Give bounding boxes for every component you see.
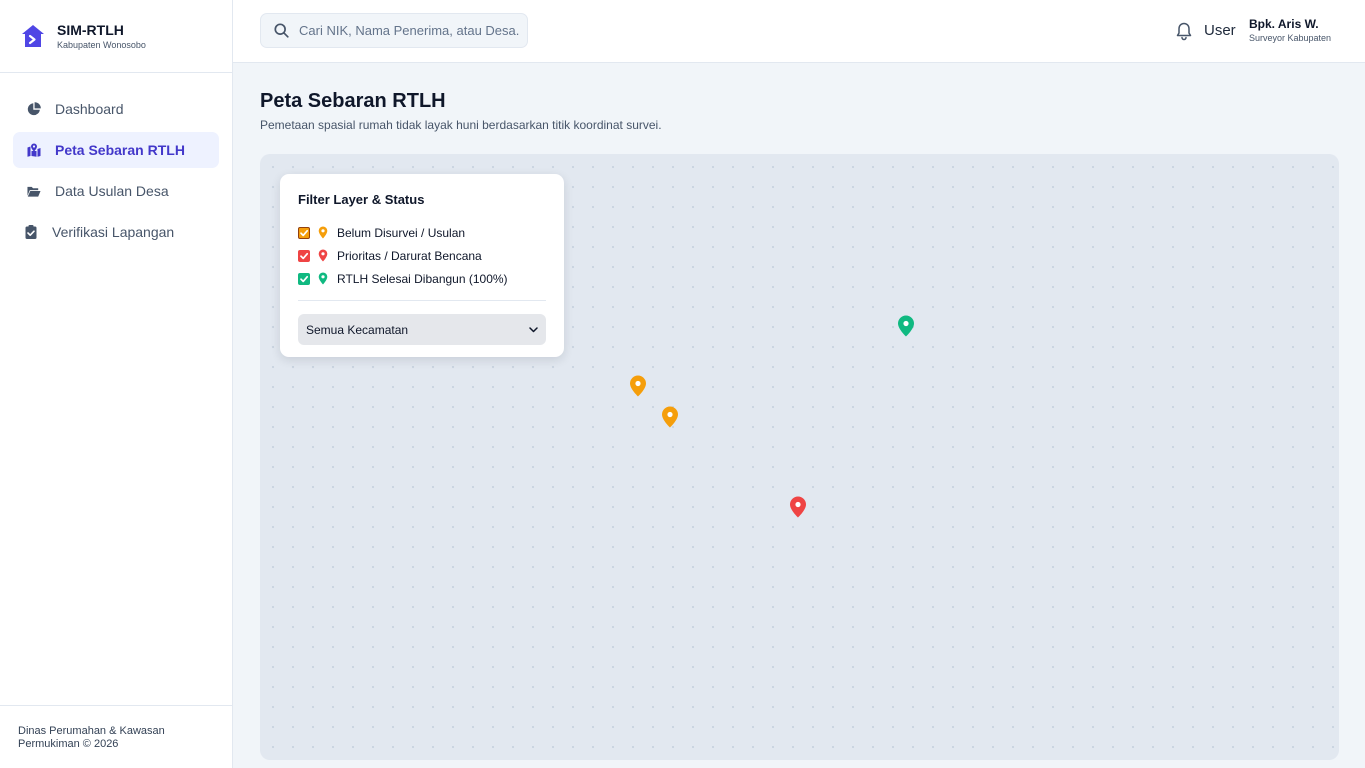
footer-line-2: Permukiman © 2026 xyxy=(18,738,119,750)
checkbox-checked-icon[interactable] xyxy=(298,249,310,262)
page-subtitle: Pemetaan spasial rumah tidak layak huni … xyxy=(260,118,662,132)
checkbox-checked-icon[interactable] xyxy=(298,272,310,285)
bell-icon[interactable] xyxy=(1174,21,1194,41)
map-pin-icon xyxy=(318,226,328,239)
sidebar-item-peta-sebaran[interactable]: Peta Sebaran RTLH xyxy=(13,132,219,168)
clipboard-check-icon xyxy=(24,225,38,239)
layer-label: Belum Disurvei / Usulan xyxy=(337,225,466,240)
map-marker-usulan[interactable] xyxy=(629,375,647,397)
kecamatan-selected-value: Semua Kecamatan xyxy=(306,322,409,337)
sidebar: SIM-RTLH Kabupaten Wonosobo Dashboard Pe… xyxy=(0,0,233,768)
map-pin-icon xyxy=(318,272,328,285)
checkbox-checked-icon[interactable] xyxy=(298,226,310,239)
sidebar-item-label: Data Usulan Desa xyxy=(55,183,169,199)
kecamatan-select[interactable]: Semua Kecamatan xyxy=(298,314,546,345)
sidebar-item-label: Verifikasi Lapangan xyxy=(52,224,175,240)
footer-line-1: Dinas Perumahan & Kawasan xyxy=(18,725,165,737)
search-box[interactable] xyxy=(260,13,528,48)
sidebar-nav: Dashboard Peta Sebaran RTLH Data Usulan … xyxy=(0,73,232,250)
pie-chart-icon xyxy=(27,102,41,116)
user-label[interactable]: User xyxy=(1204,22,1236,39)
layer-toggle-selesai[interactable]: RTLH Selesai Dibangun (100%) xyxy=(298,267,546,290)
layer-toggle-prioritas[interactable]: Prioritas / Darurat Bencana xyxy=(298,244,546,267)
filter-title: Filter Layer & Status xyxy=(298,192,425,207)
map-marker-selesai[interactable] xyxy=(897,315,915,337)
brand-title: SIM-RTLH xyxy=(57,21,124,38)
sidebar-item-verifikasi[interactable]: Verifikasi Lapangan xyxy=(13,214,219,250)
map-marker-icon xyxy=(27,143,41,157)
filter-divider xyxy=(298,300,546,301)
brand-subtitle: Kabupaten Wonosobo xyxy=(57,39,146,50)
brand[interactable]: SIM-RTLH Kabupaten Wonosobo xyxy=(0,0,232,73)
layer-label: Prioritas / Darurat Bencana xyxy=(337,248,482,263)
user-name: Bpk. Aris W. xyxy=(1249,17,1319,31)
sidebar-item-dashboard[interactable]: Dashboard xyxy=(13,91,219,127)
sidebar-item-label: Peta Sebaran RTLH xyxy=(55,142,185,158)
sidebar-item-data-usulan[interactable]: Data Usulan Desa xyxy=(13,173,219,209)
user-role: Surveyor Kabupaten xyxy=(1249,33,1332,43)
topbar: User Bpk. Aris W. Surveyor Kabupaten xyxy=(233,0,1365,63)
search-input[interactable] xyxy=(299,23,519,38)
map-pin-icon xyxy=(318,249,328,262)
filter-panel: Filter Layer & Status Belum Disurvei / U… xyxy=(280,174,564,357)
chevron-down-icon xyxy=(529,326,538,332)
sidebar-item-label: Dashboard xyxy=(55,101,124,117)
layer-label: RTLH Selesai Dibangun (100%) xyxy=(337,271,508,286)
map-marker-prioritas[interactable] xyxy=(789,496,807,518)
home-logo-icon xyxy=(22,25,44,47)
search-icon xyxy=(274,23,289,38)
layer-toggle-usulan[interactable]: Belum Disurvei / Usulan xyxy=(298,221,546,244)
page-title: Peta Sebaran RTLH xyxy=(260,90,446,112)
map-marker-usulan[interactable] xyxy=(661,406,679,428)
folder-open-icon xyxy=(27,184,41,198)
sidebar-footer: Dinas Perumahan & Kawasan Permukiman © 2… xyxy=(0,705,232,768)
map-canvas[interactable]: Filter Layer & Status Belum Disurvei / U… xyxy=(260,154,1339,760)
